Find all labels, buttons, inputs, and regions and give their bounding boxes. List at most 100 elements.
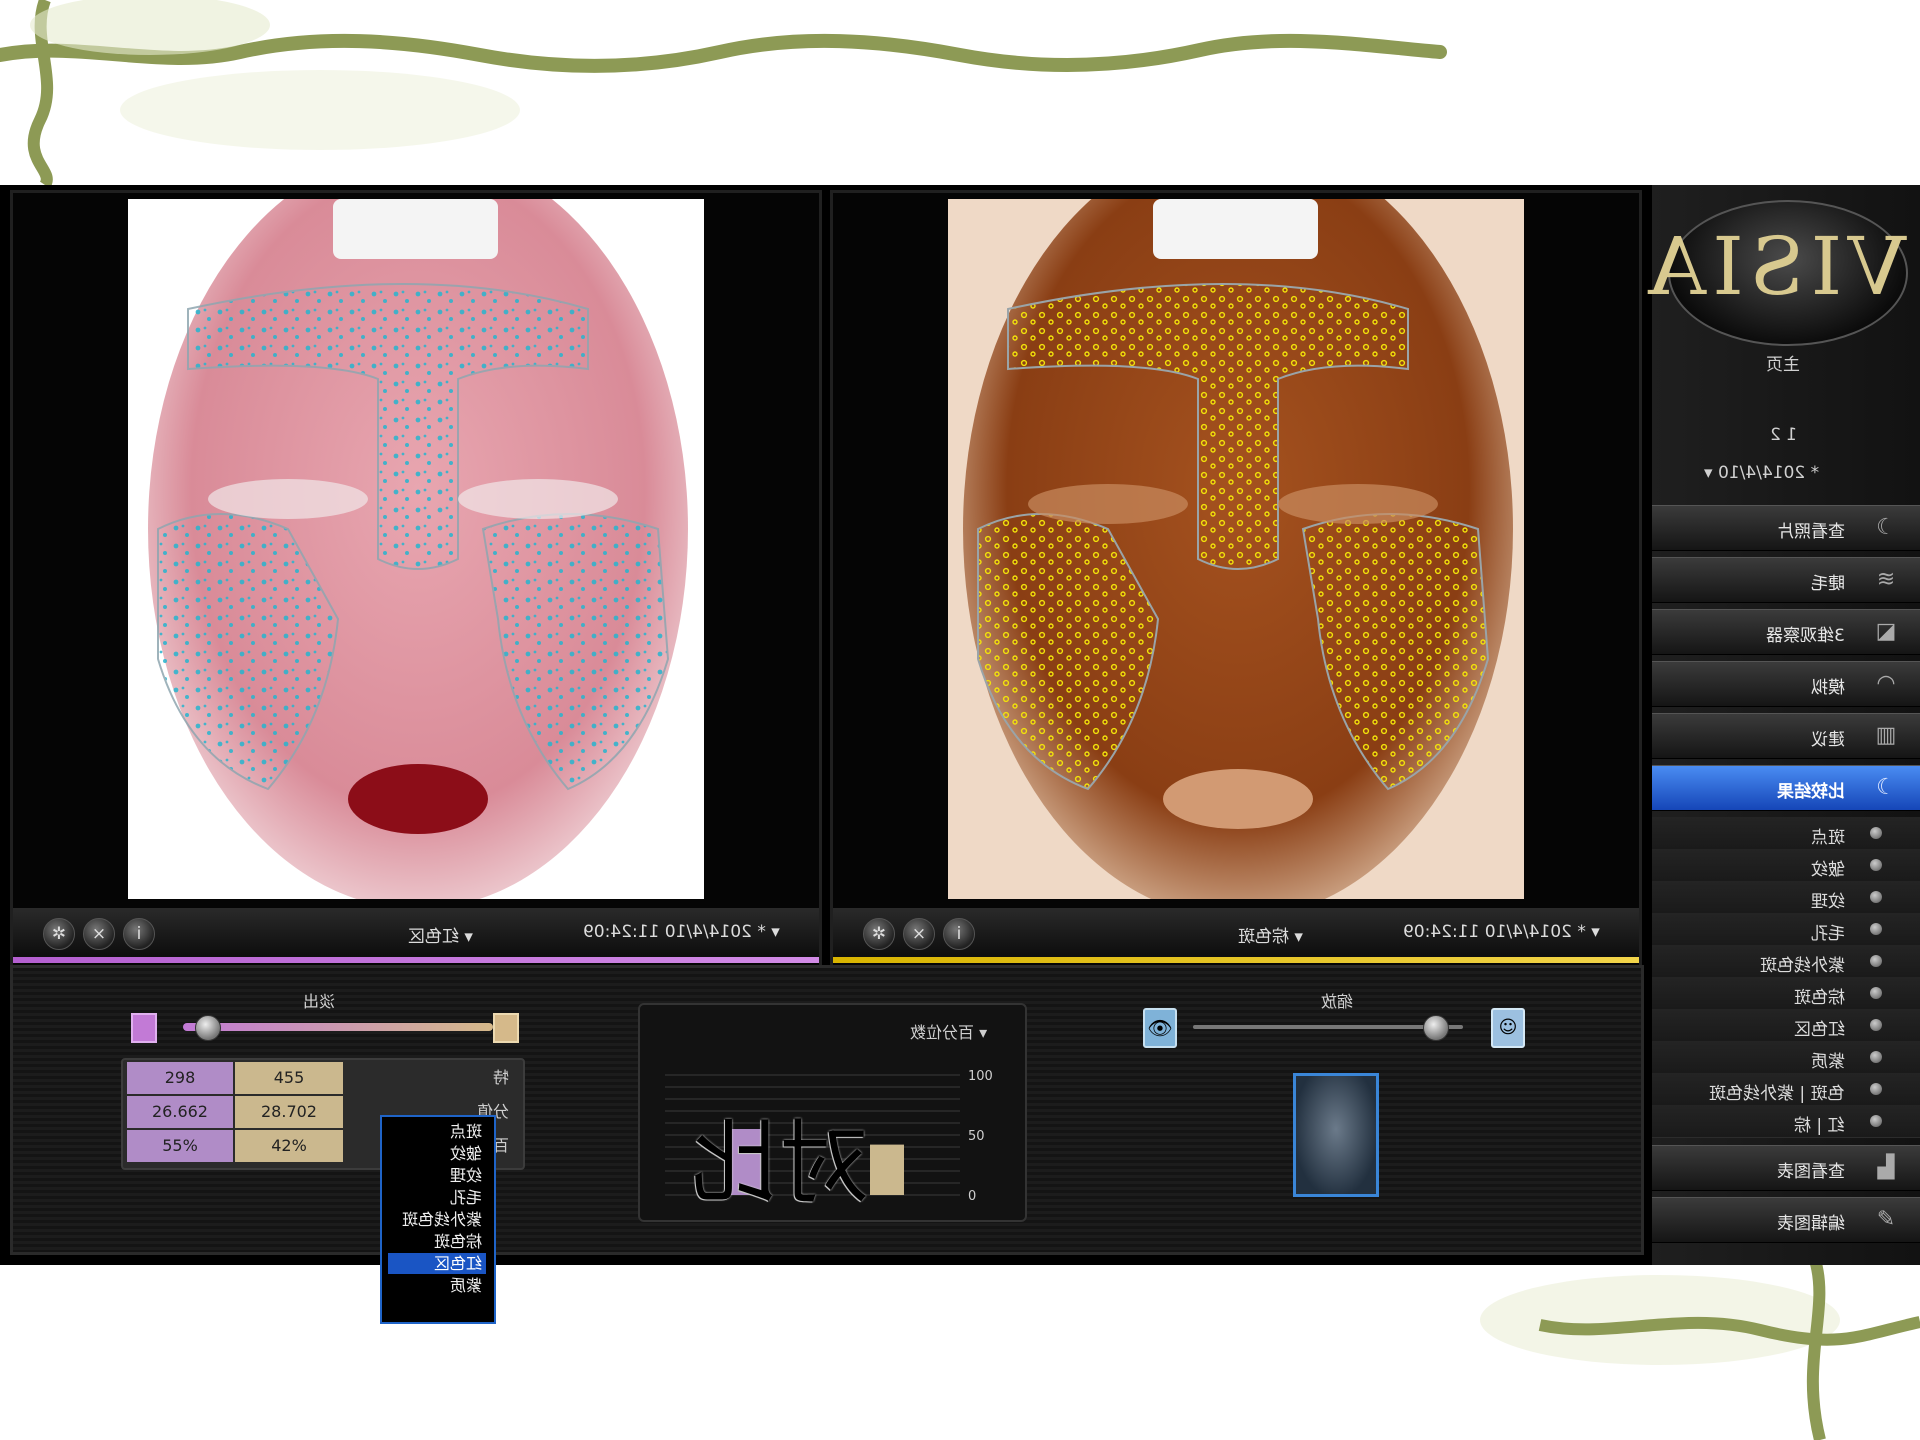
dropdown-item-uv-spots[interactable]: 紫外线色斑 bbox=[388, 1209, 486, 1230]
face-zoom-in-icon[interactable]: ☺ bbox=[1491, 1008, 1525, 1048]
dropdown-item-brown-spots[interactable]: 棕色斑 bbox=[388, 1231, 486, 1252]
simulation-icon: ◠ bbox=[1876, 671, 1896, 696]
btn-3d-viewer-label: 3维观察器 bbox=[1766, 626, 1845, 646]
btn-edit-chart[interactable]: ✎ 编辑图表 bbox=[1652, 1197, 1920, 1243]
y-tick-label: 0 bbox=[968, 1189, 976, 1204]
date-select-right[interactable]: * 2014/4/10 11:24:09 ▾ bbox=[1403, 922, 1600, 942]
btn-eyelashes[interactable]: ≋ 睫毛 bbox=[1652, 557, 1920, 603]
btn-view-photos[interactable]: ☾ 查看照片 bbox=[1652, 505, 1920, 551]
feature-select-left-label: 红色区 bbox=[408, 927, 459, 947]
chart-icon: ▟ bbox=[1877, 1155, 1895, 1180]
sidebar-item-uv-spots[interactable]: 紫外线色斑 bbox=[1652, 945, 1920, 978]
sidebar-item-porphyrins[interactable]: 紫质 bbox=[1652, 1041, 1920, 1074]
sidebar-item-texture[interactable]: 纹理 bbox=[1652, 881, 1920, 914]
btn-3d-viewer[interactable]: ◪ 3维观察器 bbox=[1652, 609, 1920, 655]
dropdown-item-brown-spots-label: 棕色斑 bbox=[433, 1232, 482, 1251]
radio-icon bbox=[1870, 987, 1882, 999]
feature-select-left[interactable]: 红色区 ▾ bbox=[408, 922, 473, 947]
sidebar-item-spots-uv[interactable]: 色斑 | 紫外线色斑 bbox=[1652, 1073, 1920, 1106]
y-tick-label: 50 bbox=[968, 1129, 985, 1144]
chevron-down-icon: ▾ bbox=[464, 927, 473, 947]
sidebar-item-wrinkles[interactable]: 皱纹 bbox=[1652, 849, 1920, 882]
fade-slider-handle[interactable] bbox=[195, 1015, 221, 1041]
feature-select-right[interactable]: 棕色斑 ▾ bbox=[1238, 922, 1303, 947]
date-select-left[interactable]: * 2014/4/10 11:24:09 ▾ bbox=[583, 922, 780, 942]
dropdown-item-red-areas[interactable]: 红色区 bbox=[388, 1253, 486, 1274]
home-link[interactable]: 主页 bbox=[1766, 350, 1800, 375]
percentile-select[interactable]: 百分位数 ▾ bbox=[910, 1019, 987, 1043]
stats-row-count: 298 455 特 bbox=[123, 1062, 519, 1096]
sidebar: VISIA 主页 1 2 ▾ * 2014/4/10 ☾ 查看照片 ≋ 睫毛 ◪… bbox=[1642, 185, 1920, 1265]
right-face-image-brown-spots[interactable] bbox=[948, 199, 1524, 899]
tan-swatch-icon bbox=[493, 1013, 519, 1043]
sidebar-item-spots[interactable]: 斑点 bbox=[1652, 817, 1920, 850]
dropdown-item-wrinkles[interactable]: 皱纹 bbox=[388, 1143, 486, 1164]
settings-button[interactable]: ✲ bbox=[43, 918, 75, 950]
face-profile-icon: ☾ bbox=[1876, 515, 1896, 540]
btn-compare-results[interactable]: ☾ 比较结果 bbox=[1652, 765, 1920, 811]
chevron-down-icon: ▾ bbox=[1294, 927, 1303, 947]
3d-viewer-icon: ◪ bbox=[1875, 619, 1897, 644]
radio-icon bbox=[1870, 891, 1882, 903]
session-date-label: * 2014/4/10 bbox=[1717, 463, 1820, 483]
dropdown-item-porphyrins-label: 紫质 bbox=[449, 1276, 482, 1295]
radio-icon bbox=[1870, 859, 1882, 871]
fade-label: 淡出 bbox=[303, 992, 336, 1011]
btn-advice[interactable]: ▥ 建议 bbox=[1652, 713, 1920, 759]
dropdown-item-spots[interactable]: 斑点 bbox=[388, 1121, 486, 1142]
dropdown-item-texture[interactable]: 纹理 bbox=[388, 1165, 486, 1186]
right-panel-toolbar: i × ✲ 棕色斑 ▾ * 2014/4/10 11:24:09 ▾ bbox=[833, 908, 1639, 958]
fade-slider-track[interactable] bbox=[183, 1023, 493, 1031]
btn-view-chart[interactable]: ▟ 查看图表 bbox=[1652, 1145, 1920, 1191]
left-face-image-red-areas[interactable] bbox=[128, 199, 704, 899]
btn-compare-results-label: 比较结果 bbox=[1777, 782, 1845, 802]
overlay-compare-text: 对比 bbox=[690, 1111, 870, 1216]
dropdown-item-porphyrins[interactable]: 紫质 bbox=[388, 1275, 486, 1296]
left-panel-toolbar: i × ✲ 红色区 ▾ * 2014/4/10 11:24:09 ▾ bbox=[13, 908, 819, 958]
dropdown-item-pores-label: 毛孔 bbox=[449, 1188, 482, 1207]
eyelash-icon: ≋ bbox=[1876, 567, 1896, 592]
sidebar-item-pores[interactable]: 毛孔 bbox=[1652, 913, 1920, 946]
dropdown-item-pores[interactable]: 毛孔 bbox=[388, 1187, 486, 1208]
analysis-area: 淡出 298 455 特 26.662 28.702 分值 55% 42% 百分… bbox=[10, 965, 1644, 1255]
btn-edit-chart-label: 编辑图表 bbox=[1777, 1214, 1845, 1234]
sidebar-item-uv-spots-label: 紫外线色斑 bbox=[1760, 956, 1845, 976]
zoom-slider-handle[interactable] bbox=[1423, 1015, 1449, 1041]
vine-decoration-bottom bbox=[1480, 1260, 1920, 1440]
btn-eyelashes-label: 睫毛 bbox=[1811, 574, 1845, 594]
visia-app-window: i × ✲ 红色区 ▾ * 2014/4/10 11:24:09 ▾ i × ✲… bbox=[0, 185, 1920, 1324]
sidebar-item-red-areas[interactable]: 红色区 bbox=[1652, 1009, 1920, 1042]
settings-button[interactable]: ✲ bbox=[863, 918, 895, 950]
dropdown-item-uv-spots-label: 紫外线色斑 bbox=[401, 1210, 482, 1229]
radio-icon bbox=[1870, 1083, 1882, 1095]
radio-icon bbox=[1870, 1019, 1882, 1031]
dropdown-item-spots-label: 斑点 bbox=[449, 1122, 482, 1141]
eye-zoom-out-icon[interactable]: 👁 bbox=[1143, 1008, 1177, 1048]
date-select-right-label: * 2014/4/10 11:24:09 bbox=[1403, 922, 1586, 942]
sidebar-item-red-brown[interactable]: 红 | 棕 bbox=[1652, 1105, 1920, 1138]
radio-icon bbox=[1870, 1051, 1882, 1063]
advice-icon: ▥ bbox=[1875, 723, 1897, 748]
compare-results-icon: ☾ bbox=[1876, 775, 1896, 800]
close-button[interactable]: × bbox=[903, 918, 935, 950]
stats-tan-score: 28.702 bbox=[235, 1096, 343, 1128]
percentile-title: 百分位数 bbox=[910, 1023, 975, 1042]
sidebar-item-brown-spots[interactable]: 棕色斑 bbox=[1652, 977, 1920, 1010]
chevron-down-icon: ▾ bbox=[1704, 463, 1713, 483]
sidebar-item-spots-uv-label: 色斑 | 紫外线色斑 bbox=[1709, 1084, 1845, 1104]
radio-icon bbox=[1870, 827, 1882, 839]
sidebar-item-texture-label: 纹理 bbox=[1811, 892, 1845, 912]
btn-simulation[interactable]: ◠ 模拟 bbox=[1652, 661, 1920, 707]
session-date-select[interactable]: ▾ * 2014/4/10 bbox=[1704, 463, 1819, 483]
face-thumbnail[interactable] bbox=[1293, 1073, 1379, 1197]
info-button[interactable]: i bbox=[943, 918, 975, 950]
radio-icon bbox=[1870, 955, 1882, 967]
info-button[interactable]: i bbox=[123, 918, 155, 950]
sidebar-item-wrinkles-label: 皱纹 bbox=[1811, 860, 1845, 880]
feature-dropdown-menu: 斑点 皱纹 纹理 毛孔 紫外线色斑 棕色斑 红色区 紫质 bbox=[380, 1115, 496, 1324]
radio-icon bbox=[1870, 1115, 1882, 1127]
right-accent-bar bbox=[833, 957, 1639, 963]
close-button[interactable]: × bbox=[83, 918, 115, 950]
sidebar-item-red-brown-label: 红 | 棕 bbox=[1794, 1116, 1845, 1136]
visia-logo[interactable]: VISIA bbox=[1642, 200, 1908, 346]
